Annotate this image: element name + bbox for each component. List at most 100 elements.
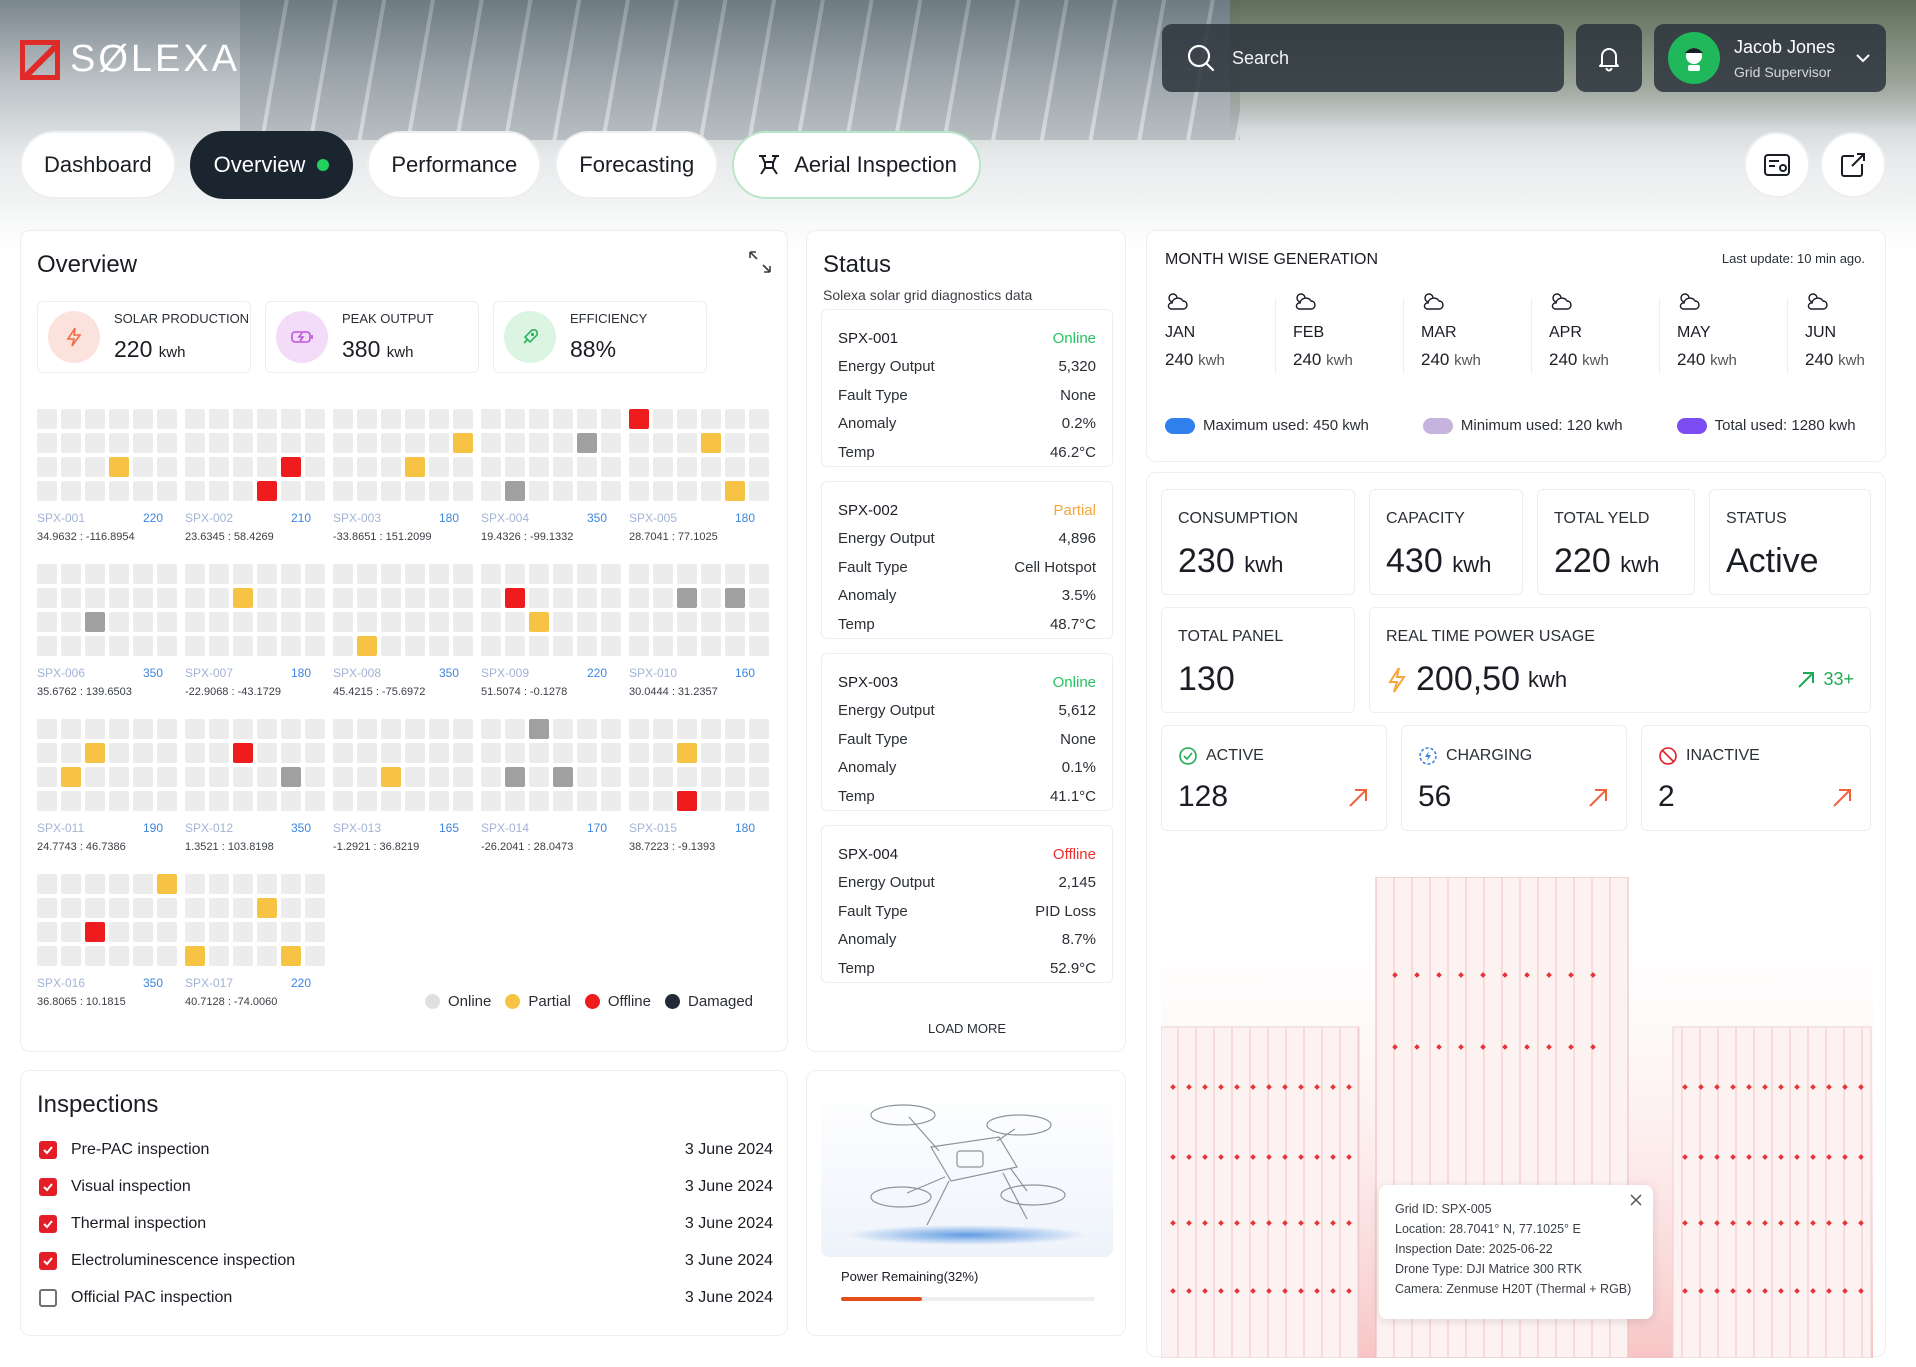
panel-grid-item[interactable]: SPX-017 220 40.7128 : -74.0060 xyxy=(185,874,329,1008)
inspection-checkbox[interactable] xyxy=(39,1215,57,1233)
panel-cell xyxy=(333,636,353,656)
arrow-up-right-icon xyxy=(1589,789,1607,807)
tab-performance[interactable]: Performance xyxy=(367,131,542,199)
panel-cell xyxy=(553,791,573,811)
grid-coordinates: 51.5074 : -0.1278 xyxy=(481,686,568,698)
panel-grid-item[interactable]: SPX-013 165 -1.2921 : 36.8219 xyxy=(333,719,477,853)
panel-grid-item[interactable]: SPX-011 190 24.7743 : 46.7386 xyxy=(37,719,181,853)
panel-cell xyxy=(257,588,277,608)
ban-icon xyxy=(1659,747,1677,765)
grid-value: 170 xyxy=(586,821,607,835)
panel-cell xyxy=(281,457,301,477)
panel-cell xyxy=(453,636,473,656)
panel-cell xyxy=(405,636,425,656)
panel-cell xyxy=(37,946,57,966)
stat-value: 2 xyxy=(1658,780,1854,814)
panel-cell xyxy=(653,636,673,656)
expand-icon[interactable] xyxy=(747,249,773,275)
panel-cell xyxy=(85,564,105,584)
panel-cell xyxy=(257,409,277,429)
panel-cell xyxy=(257,719,277,739)
panel-cell xyxy=(185,719,205,739)
panel-grid-item[interactable]: SPX-008 350 45.4215 : -75.6972 xyxy=(333,564,477,698)
grid-coordinates: 45.4215 : -75.6972 xyxy=(333,686,426,698)
kpi-value: 220 kwh xyxy=(114,336,186,362)
panel-grid-item[interactable]: SPX-006 350 35.6762 : 139.6503 xyxy=(37,564,181,698)
load-more-button[interactable]: LOAD MORE xyxy=(807,1021,1127,1036)
grid-value: 160 xyxy=(734,666,755,680)
panel-cell xyxy=(333,588,353,608)
search-input[interactable] xyxy=(1232,47,1532,69)
month-wise-card: MONTH WISE GENERATION Last update: 10 mi… xyxy=(1146,230,1886,462)
status-title: Status xyxy=(823,251,892,278)
panel-grid-item[interactable]: SPX-007 180 -22.9068 : -43.1729 xyxy=(185,564,329,698)
panel-cell xyxy=(281,588,301,608)
panel-grid-item[interactable]: SPX-002 210 23.6345 : 58.4269 xyxy=(185,409,329,543)
panel-cell xyxy=(61,457,81,477)
kpi-value: 88% xyxy=(570,336,617,362)
panel-cell xyxy=(185,588,205,608)
panel-cell xyxy=(701,564,721,584)
panel-grid-item[interactable]: SPX-015 180 38.7223 : -9.1393 xyxy=(629,719,773,853)
active-box[interactable]: ACTIVE 128 xyxy=(1161,725,1387,831)
inspection-checkbox[interactable] xyxy=(39,1141,57,1159)
panel-cell xyxy=(749,612,769,632)
notifications-button[interactable] xyxy=(1576,24,1642,92)
panel-grid-item[interactable]: SPX-005 180 28.7041 : 77.1025 xyxy=(629,409,773,543)
panel-cell xyxy=(61,946,81,966)
status-item[interactable]: SPX-002 Partial Energy Output 4,896 Fault Ty… xyxy=(821,481,1113,639)
panel-grid-item[interactable]: SPX-014 170 -26.2041 : 28.0473 xyxy=(481,719,625,853)
panel-cell xyxy=(405,564,425,584)
inspection-item: Official PAC inspection 3 June 2024 xyxy=(39,1289,773,1307)
status-item[interactable]: SPX-001 Online Energy Output 5,320 Fault Typ… xyxy=(821,309,1113,467)
grid-coordinates: 24.7743 : 46.7386 xyxy=(37,841,126,853)
panel-cell xyxy=(357,743,377,763)
tab-dashboard[interactable]: Dashboard xyxy=(20,131,176,199)
panel-cell xyxy=(381,564,401,584)
panel-grid-item[interactable]: SPX-010 160 30.0444 : 31.2357 xyxy=(629,564,773,698)
legend-pill-icon xyxy=(1165,417,1195,434)
active-dot-icon xyxy=(317,159,330,171)
panel-cell xyxy=(157,588,177,608)
status-item[interactable]: SPX-004 Offline Energy Output 2,145 Fault Ty… xyxy=(821,825,1113,983)
stat-label: TOTAL PANEL xyxy=(1178,628,1284,645)
panel-grid-item[interactable]: SPX-004 350 19.4326 : -99.1332 xyxy=(481,409,625,543)
tab-forecasting[interactable]: Forecasting xyxy=(555,131,719,199)
panel-cell xyxy=(61,922,81,942)
brand-logo[interactable]: SØLEXA xyxy=(20,38,240,81)
inspection-checkbox[interactable] xyxy=(39,1178,57,1196)
report-button[interactable] xyxy=(1744,132,1810,198)
inspection-checkbox[interactable] xyxy=(39,1289,57,1307)
panel-cell xyxy=(85,457,105,477)
inspection-checkbox[interactable] xyxy=(39,1252,57,1270)
panel-cell xyxy=(553,433,573,453)
panel-grid-item[interactable]: SPX-001 220 34.9632 : -116.8954 xyxy=(37,409,181,543)
panel-cell xyxy=(453,481,473,501)
close-icon[interactable] xyxy=(1629,1193,1643,1207)
panel-grid-item[interactable]: SPX-003 180 -33.8651 : 151.2099 xyxy=(333,409,477,543)
legend-partial: Partial xyxy=(505,993,571,1010)
status-item[interactable]: SPX-003 Online Energy Output 5,612 Fault Typ… xyxy=(821,653,1113,811)
panel-cell xyxy=(61,409,81,429)
status-state: Offline xyxy=(1052,845,1096,863)
share-button[interactable] xyxy=(1820,132,1886,198)
inactive-box[interactable]: INACTIVE 2 xyxy=(1641,725,1871,831)
grid-id: SPX-010 xyxy=(629,666,678,680)
search-box[interactable] xyxy=(1162,24,1564,92)
user-menu[interactable]: Jacob Jones Grid Supervisor xyxy=(1654,24,1886,92)
panel-grid-item[interactable]: SPX-016 350 36.8065 : 10.1815 xyxy=(37,874,181,1008)
charging-box[interactable]: CHARGING 56 xyxy=(1401,725,1627,831)
panel-grid-item[interactable]: SPX-009 220 51.5074 : -0.1278 xyxy=(481,564,625,698)
tab-aerial-inspection[interactable]: Aerial Inspection xyxy=(732,131,981,199)
panel-cell xyxy=(109,874,129,894)
panel-cell xyxy=(185,409,205,429)
panel-cell xyxy=(85,743,105,763)
panel-cell xyxy=(281,743,301,763)
energy-label: Energy Output xyxy=(838,358,935,376)
panel-cell xyxy=(381,433,401,453)
panel-cell xyxy=(653,433,673,453)
panel-grid-item[interactable]: SPX-012 350 1.3521 : 103.8198 xyxy=(185,719,329,853)
fault-label: Fault Type xyxy=(838,558,908,576)
month-divider xyxy=(1787,299,1788,373)
tab-overview[interactable]: Overview xyxy=(189,131,354,199)
